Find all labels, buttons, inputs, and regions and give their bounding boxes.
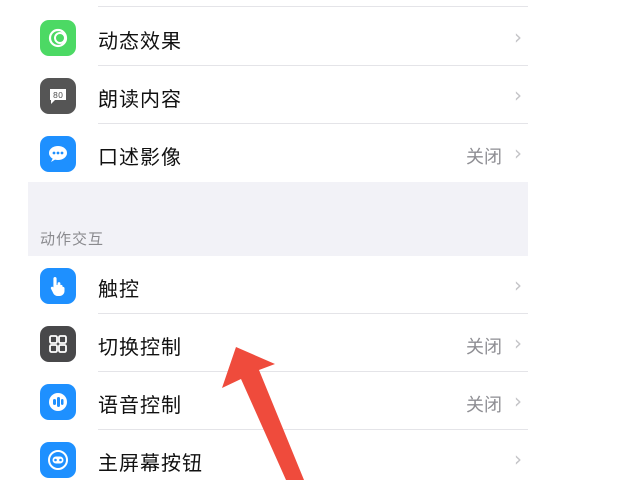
red-arrow-icon	[222, 347, 304, 480]
